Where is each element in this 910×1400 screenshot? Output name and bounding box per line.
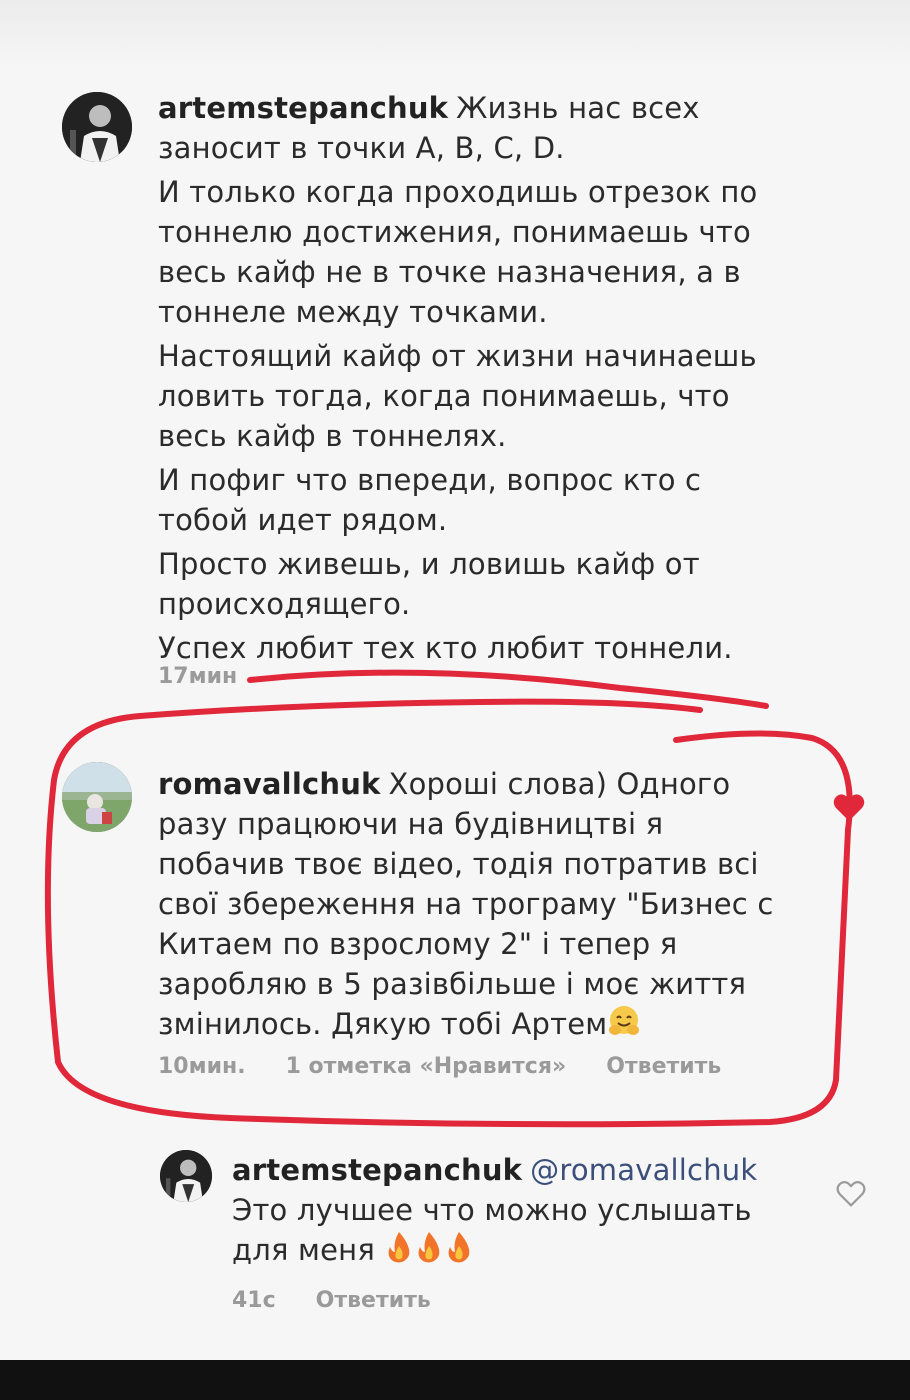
comment-paragraph: И пофиг что впереди, вопрос кто с тобой … [158,463,702,537]
username[interactable]: romavallchuk [158,767,381,801]
reply-button[interactable]: Ответить [316,1288,431,1313]
bottom-dark-band [0,1360,910,1400]
avatar[interactable] [62,92,132,162]
mention-link[interactable]: @romavallchuk [530,1153,757,1187]
fire-emoji-icon [384,1230,414,1274]
comment-meta: 10мин. 1 отметка «Нравится» Ответить [158,1054,721,1079]
comment-body: romavallchuk Хороші слова) Одного разу пр… [158,764,798,1048]
username[interactable]: artemstepanchuk [232,1153,522,1187]
comment-meta: 17мин [158,664,237,689]
comment-paragraph: И только когда проходишь отрезок по тонн… [158,175,758,329]
comment-paragraph: Просто живешь, и ловишь кайф от происход… [158,547,700,621]
comment-paragraph: Настоящий кайф от жизни начинаешь ловить… [158,339,757,453]
avatar-photo-icon [62,92,132,162]
likes-count-link[interactable]: 1 отметка «Нравится» [286,1054,567,1079]
hugging-face-emoji-icon [607,1004,641,1048]
comment-time: 17мин [158,664,238,689]
comment-text: Хороші слова) Одного разу працюючи на бу… [158,767,774,1041]
avatar-photo-icon [62,762,132,832]
fire-emoji-icon [414,1230,444,1274]
comment-body: artemstepanchuk @romavallchuk Это лучшее … [232,1150,792,1274]
avatar-photo-icon [160,1150,212,1202]
comment-paragraph: Успех любит тех кто любит тоннели. [158,631,733,665]
comment-meta: 41с Ответить [232,1288,431,1313]
comment-body: artemstepanchuk Жизнь нас всех заносит в … [158,88,798,668]
avatar[interactable] [62,762,132,832]
like-heart-icon[interactable] [836,1180,870,1212]
comment-time: 41с [232,1288,276,1313]
username[interactable]: artemstepanchuk [158,91,448,125]
comment-paragraph: artemstepanchuk Жизнь нас всех заносит в … [158,88,798,168]
fire-emoji-icon [444,1230,474,1274]
top-gradient-band [0,0,910,70]
comment-time: 10мин. [158,1054,246,1079]
like-heart-icon[interactable] [832,792,866,824]
reply-button[interactable]: Ответить [606,1054,721,1079]
avatar[interactable] [160,1150,212,1202]
comment-text: Это лучшее что можно услышать для меня [232,1193,752,1267]
screenshot-sheet: artemstepanchuk Жизнь нас всех заносит в … [0,0,910,1400]
